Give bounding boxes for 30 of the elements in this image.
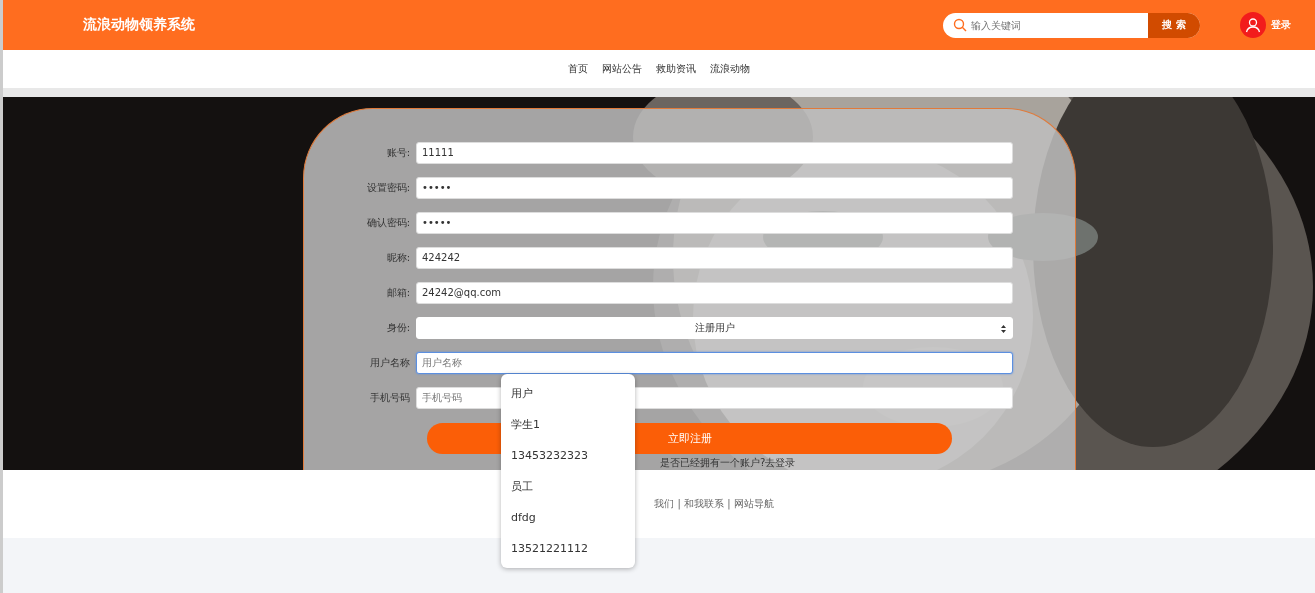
field-label: 确认密码: (365, 215, 411, 230)
identity-select[interactable]: 注册用户 (416, 316, 1013, 339)
site-title: 流浪动物领养系统 (83, 16, 196, 34)
input-field[interactable]: 用户名称 (416, 351, 1013, 374)
search-button[interactable]: 搜 索 (1148, 12, 1200, 38)
suggestion-item[interactable]: 员工 (501, 471, 635, 502)
sort-caret-icon (1001, 324, 1006, 333)
input-field[interactable]: ••••• (416, 211, 1013, 234)
suggestion-item[interactable]: dfdg (501, 502, 635, 533)
nav-link[interactable]: 首页 (568, 62, 588, 76)
nav-link[interactable]: 救助资讯 (656, 62, 696, 76)
nav-link[interactable]: 网站公告 (602, 62, 642, 76)
field-label: 邮箱: (385, 285, 411, 300)
nav-link[interactable]: 流浪动物 (710, 62, 750, 76)
field-label: 账号: (385, 145, 411, 160)
suggestion-item[interactable]: 13521221112 (501, 533, 635, 564)
input-field[interactable]: 24242@qq.com (416, 281, 1013, 304)
input-field[interactable]: ••••• (416, 176, 1013, 199)
field-label: 手机号码 (369, 390, 411, 405)
user-icon[interactable] (1240, 12, 1266, 38)
search-icon (953, 18, 967, 32)
input-field[interactable]: 11111 (416, 141, 1013, 164)
field-label: 身份: (385, 320, 411, 335)
search-field[interactable]: 输入关键词 搜 索 (943, 12, 1200, 38)
field-label: 昵称: (385, 250, 411, 265)
field-label: 设置密码: (365, 180, 411, 195)
login-link[interactable]: 是否已经拥有一个账户?去登录 (660, 457, 796, 468)
input-field[interactable]: 424242 (416, 246, 1013, 269)
field-label: 用户名称 (369, 355, 411, 370)
footer-links: 我们 | 和我联系 | 网站导航 (654, 497, 774, 511)
